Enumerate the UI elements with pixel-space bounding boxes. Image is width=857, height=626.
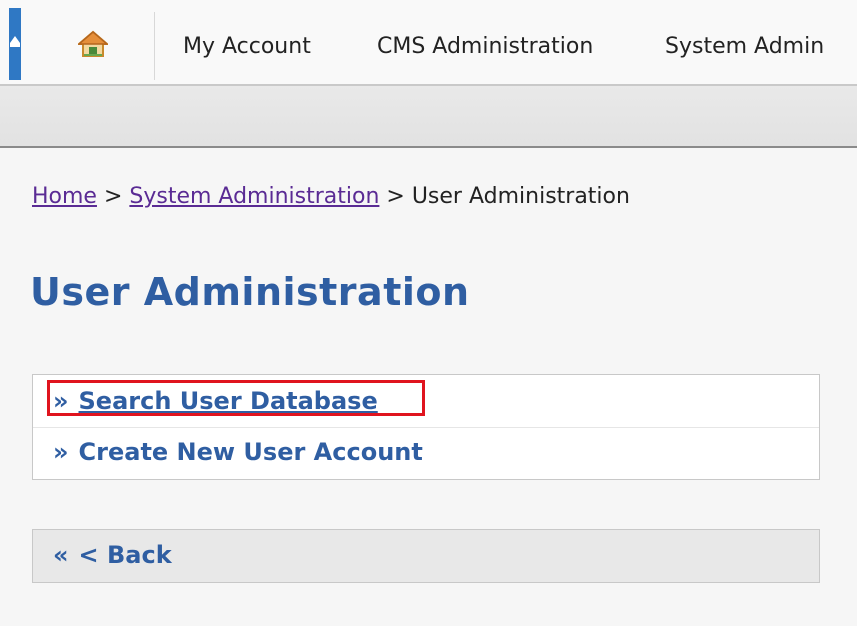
back-bar: « < Back — [32, 529, 820, 583]
up-arrow-icon — [10, 36, 20, 43]
action-label: Create New User Account — [78, 438, 423, 466]
nav-system-admin[interactable]: System Admin — [665, 34, 824, 59]
breadcrumb-current: User Administration — [411, 184, 630, 209]
action-label: Search User Database — [78, 387, 378, 415]
breadcrumb-home-link[interactable]: Home — [32, 184, 97, 209]
breadcrumb-separator: > — [96, 184, 130, 209]
top-navigation: My Account CMS Administration System Adm… — [0, 0, 857, 84]
collapse-panel-icon[interactable] — [9, 8, 21, 80]
list-item: » Create New User Account — [33, 428, 819, 478]
action-list: » Search User Database » Create New User A… — [32, 374, 820, 480]
double-chevron-left-icon: « — [53, 541, 69, 569]
search-user-database-link[interactable]: » Search User Database — [53, 387, 378, 415]
list-item: » Search User Database — [33, 377, 819, 428]
nav-my-account[interactable]: My Account — [183, 34, 311, 59]
breadcrumb: Home > System Administration > User Admi… — [32, 184, 630, 209]
back-label: < Back — [78, 541, 172, 569]
sub-navigation-bar — [0, 86, 857, 146]
nav-cms-administration[interactable]: CMS Administration — [377, 34, 593, 59]
home-icon — [78, 30, 108, 57]
page-title: User Administration — [30, 270, 470, 314]
create-new-user-account-link[interactable]: » Create New User Account — [53, 438, 423, 466]
back-link[interactable]: « < Back — [53, 541, 172, 569]
main-content: Home > System Administration > User Admi… — [0, 148, 857, 626]
home-button[interactable] — [60, 12, 155, 80]
double-chevron-right-icon: » — [53, 387, 69, 415]
double-chevron-right-icon: » — [53, 438, 69, 466]
breadcrumb-system-administration-link[interactable]: System Administration — [129, 184, 379, 209]
breadcrumb-separator: > — [379, 184, 412, 209]
